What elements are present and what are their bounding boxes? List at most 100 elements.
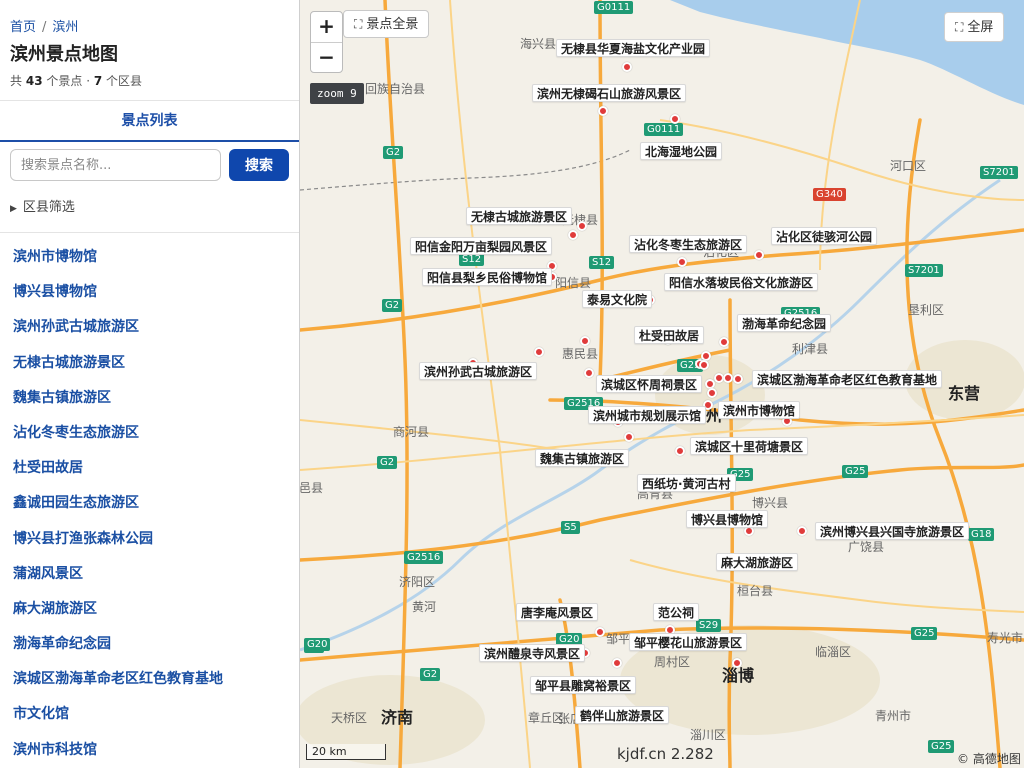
spot-list-item[interactable]: 杜受田故居 <box>0 451 299 486</box>
breadcrumb-current-link[interactable]: 滨州 <box>52 20 78 35</box>
road-shield: G2 <box>420 668 441 681</box>
poi-marker[interactable] <box>723 373 733 383</box>
spot-list-item[interactable]: 博兴县博物馆 <box>0 275 299 310</box>
spot-list-item[interactable]: 鑫诚田园生态旅游区 <box>0 486 299 521</box>
spot-list-item[interactable]: 博兴县打渔张森林公园 <box>0 522 299 557</box>
poi-label[interactable]: 沾化冬枣生态旅游区 <box>629 235 748 253</box>
poi-label[interactable]: 杜受田故居 <box>634 326 705 344</box>
poi-marker[interactable] <box>754 250 764 260</box>
road-shield: G20 <box>304 638 331 651</box>
poi-marker[interactable] <box>622 62 632 72</box>
poi-label[interactable]: 滨州醴泉寺风景区 <box>479 644 586 662</box>
poi-marker[interactable] <box>568 230 578 240</box>
poi-label[interactable]: 滨城区渤海革命老区红色教育基地 <box>752 370 943 388</box>
district-filter-toggle[interactable]: ▶ 区县筛选 <box>10 196 75 215</box>
road-shield: G2516 <box>404 551 444 564</box>
spot-list-item[interactable]: 沾化冬枣生态旅游区 <box>0 416 299 451</box>
poi-label[interactable]: 麻大湖旅游区 <box>716 553 799 571</box>
poi-marker[interactable] <box>577 221 587 231</box>
poi-label[interactable]: 魏集古镇旅游区 <box>535 449 630 467</box>
spot-list-item[interactable]: 蒲湖风景区 <box>0 557 299 592</box>
poi-marker[interactable] <box>595 627 605 637</box>
poi-label[interactable]: 阳信县梨乡民俗博物馆 <box>422 268 553 286</box>
poi-label[interactable]: 泰易文化院 <box>582 290 653 308</box>
road-shield: G25 <box>911 627 938 640</box>
poi-label[interactable]: 唐李庵风景区 <box>516 603 599 621</box>
poi-label[interactable]: 鹤伴山旅游景区 <box>575 706 670 724</box>
breadcrumb-separator: / <box>42 20 47 35</box>
poi-label[interactable]: 北海湿地公园 <box>640 142 723 160</box>
poi-marker[interactable] <box>719 337 729 347</box>
spot-list-item[interactable]: 麻大湖旅游区 <box>0 592 299 627</box>
poi-label[interactable]: 邹平县雕窝裕景区 <box>530 676 637 694</box>
road-shield: G18 <box>968 528 995 541</box>
breadcrumb: 首页 / 滨州 <box>10 16 78 35</box>
poi-label[interactable]: 沾化区徒骇河公园 <box>771 227 878 245</box>
spot-list-item[interactable]: 滨城区渤海革命老区红色教育基地 <box>0 662 299 697</box>
place-name-label: 河口区 <box>890 159 927 173</box>
poi-label[interactable]: 博兴县博物馆 <box>686 510 769 528</box>
poi-marker[interactable] <box>580 336 590 346</box>
poi-label[interactable]: 无棣县华夏海盐文化产业园 <box>556 39 711 57</box>
poi-label[interactable]: 滨州孙武古城旅游区 <box>419 362 538 380</box>
spot-count: 43 <box>25 74 43 88</box>
overview-button[interactable]: ⛶ 景点全景 <box>343 10 430 38</box>
poi-label[interactable]: 滨州城市规划展示馆 <box>588 406 707 424</box>
poi-marker[interactable] <box>670 114 680 124</box>
place-name-label: 济南 <box>381 708 414 727</box>
summary-meta: 共 43 个景点 · 7 个区县 <box>10 72 142 89</box>
poi-marker[interactable] <box>797 526 807 536</box>
fullscreen-button[interactable]: ⛶ 全屏 <box>944 12 1005 42</box>
poi-label[interactable]: 阳信金阳万亩梨园风景区 <box>410 237 553 255</box>
spot-list-item[interactable]: 滨州孙武古城旅游区 <box>0 310 299 345</box>
place-name-label: 章丘区 <box>528 711 565 725</box>
expand-icon: ⛶ <box>354 17 363 31</box>
search-input[interactable] <box>10 149 221 181</box>
spot-list-item[interactable]: 滨州市科技馆 <box>0 733 299 768</box>
breadcrumb-home-link[interactable]: 首页 <box>10 20 36 35</box>
poi-label[interactable]: 范公祠 <box>653 603 700 621</box>
spot-list-item[interactable]: 市文化馆 <box>0 697 299 732</box>
map-source-text: kjdf.cn 2.282 <box>617 745 714 763</box>
poi-marker[interactable] <box>612 658 622 668</box>
poi-label[interactable]: 渤海革命纪念园 <box>737 314 832 332</box>
place-name-label: 垦利区 <box>908 303 945 317</box>
search-button[interactable]: 搜索 <box>229 149 289 181</box>
poi-label[interactable]: 滨州博兴县兴国寺旅游景区 <box>815 522 970 540</box>
road-shield: S29 <box>696 619 722 632</box>
spot-list-item[interactable]: 无棣古城旅游景区 <box>0 346 299 381</box>
caret-right-icon: ▶ <box>10 204 17 214</box>
poi-marker[interactable] <box>534 347 544 357</box>
expand-icon: ⛶ <box>955 20 964 34</box>
poi-marker[interactable] <box>707 388 717 398</box>
road-shield: S7201 <box>905 264 943 277</box>
road-shield: S5 <box>561 521 580 534</box>
zoom-out-button[interactable]: − <box>311 42 342 72</box>
tab-spot-list[interactable]: 景点列表 <box>0 101 299 141</box>
poi-marker[interactable] <box>677 257 687 267</box>
poi-label[interactable]: 滨州市博物馆 <box>718 401 801 419</box>
poi-marker[interactable] <box>624 432 634 442</box>
poi-label[interactable]: 西纸坊·黄河古村 <box>637 474 736 492</box>
poi-label[interactable]: 滨城区怀周祠景区 <box>596 375 703 393</box>
sidebar: 首页 / 滨州 滨州景点地图 共 43 个景点 · 7 个区县 景点列表 搜索 ▶ 区… <box>0 0 300 768</box>
spot-list-item[interactable]: 滨州市博物馆 <box>0 240 299 275</box>
poi-marker[interactable] <box>733 374 743 384</box>
poi-label[interactable]: 邹平樱花山旅游景区 <box>629 633 748 651</box>
map-view[interactable]: 海兴县回族自治县无棣县阳信县惠民县沾化区河口区垦利区利津县东营滨州商河县邑县高青… <box>300 0 1024 768</box>
divider <box>0 232 299 233</box>
spot-list-item[interactable]: 渤海革命纪念园 <box>0 627 299 662</box>
zoom-in-button[interactable]: + <box>311 12 342 42</box>
poi-label[interactable]: 滨城区十里荷塘景区 <box>690 437 809 455</box>
place-name-label: 天桥区 <box>331 711 368 725</box>
poi-marker[interactable] <box>732 658 742 668</box>
poi-marker[interactable] <box>675 446 685 456</box>
spot-list-item[interactable]: 魏集古镇旅游区 <box>0 381 299 416</box>
poi-marker[interactable] <box>584 368 594 378</box>
poi-marker[interactable] <box>598 106 608 116</box>
place-name-label: 利津县 <box>792 342 829 356</box>
poi-label[interactable]: 无棣古城旅游景区 <box>466 207 573 225</box>
poi-marker[interactable] <box>699 360 709 370</box>
poi-label[interactable]: 滨州无棣碣石山旅游风景区 <box>532 84 687 102</box>
poi-label[interactable]: 阳信水落坡民俗文化旅游区 <box>664 273 819 291</box>
